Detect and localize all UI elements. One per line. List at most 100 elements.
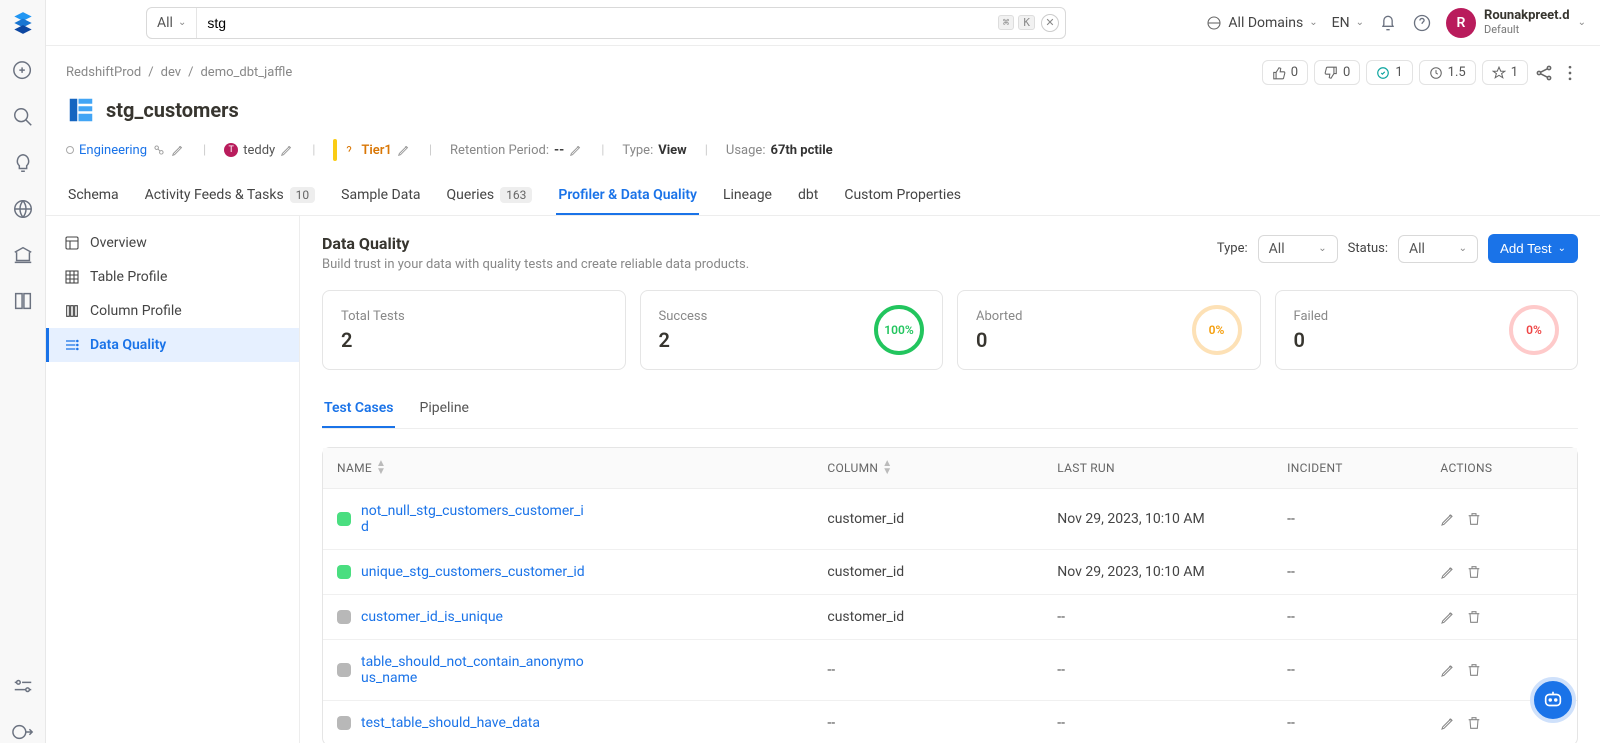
- delete-icon[interactable]: [1466, 511, 1482, 527]
- status-icon: [337, 716, 351, 730]
- history-stat[interactable]: 1.5: [1419, 60, 1476, 85]
- delete-icon[interactable]: [1466, 564, 1482, 580]
- search-icon[interactable]: [12, 106, 34, 128]
- type-chip: Type:View: [622, 143, 686, 158]
- card-aborted: Aborted00%: [957, 290, 1261, 370]
- tab-sampledata[interactable]: Sample Data: [339, 177, 422, 215]
- retention-chip[interactable]: Retention Period:--: [450, 143, 583, 158]
- edit-icon[interactable]: [1440, 564, 1456, 580]
- cell-lastrun: Nov 29, 2023, 10:10 AM: [1057, 564, 1287, 580]
- logout-icon[interactable]: [12, 721, 34, 743]
- gov-icon[interactable]: [12, 244, 34, 266]
- test-link[interactable]: test_table_should_have_data: [361, 715, 540, 731]
- status-icon: [337, 565, 351, 579]
- sidebar-item-tableprofile[interactable]: Table Profile: [46, 260, 299, 294]
- tab-lineage[interactable]: Lineage: [721, 177, 774, 215]
- section-title: Data Quality: [322, 234, 749, 253]
- tests-table: NAME▲▼ COLUMN▲▼ LAST RUN INCIDENT ACTION…: [322, 447, 1578, 743]
- page-header: RedshiftProd / dev / demo_dbt_jaffle 0 0…: [46, 46, 1600, 216]
- test-link[interactable]: customer_id_is_unique: [361, 609, 503, 625]
- card-success: Success2100%: [640, 290, 944, 370]
- idea-icon[interactable]: [12, 152, 34, 174]
- tab-queries[interactable]: Queries163: [445, 177, 535, 215]
- tab-schema[interactable]: Schema: [66, 177, 121, 215]
- star-button[interactable]: 1: [1482, 60, 1528, 85]
- clear-search-icon[interactable]: ✕: [1041, 14, 1059, 32]
- col-lastrun: LAST RUN: [1057, 461, 1287, 475]
- tab-custom[interactable]: Custom Properties: [842, 177, 963, 215]
- domain-chip[interactable]: Engineering: [66, 143, 185, 158]
- cell-lastrun: --: [1057, 715, 1287, 731]
- card-failed: Failed00%: [1275, 290, 1579, 370]
- help-icon[interactable]: [1412, 13, 1432, 33]
- search-shortcut: ⌘K: [992, 15, 1041, 30]
- cell-lastrun: --: [1057, 609, 1287, 625]
- explore-icon[interactable]: [12, 60, 34, 82]
- test-count-stat[interactable]: 1: [1366, 60, 1412, 85]
- settings-icon[interactable]: [12, 675, 34, 697]
- left-nav: [0, 0, 46, 743]
- pencil-icon[interactable]: [171, 143, 185, 157]
- docs-icon[interactable]: [12, 290, 34, 312]
- col-incident: INCIDENT: [1287, 461, 1440, 475]
- col-name[interactable]: NAME▲▼: [337, 460, 827, 476]
- sidebar-item-overview[interactable]: Overview: [46, 226, 299, 260]
- edit-icon[interactable]: [1440, 715, 1456, 731]
- table-row: table_should_not_contain_anonymous_name …: [323, 640, 1577, 701]
- type-filter-select[interactable]: All⌄: [1258, 235, 1338, 263]
- domain-select[interactable]: All Domains⌄: [1206, 15, 1317, 31]
- cell-lastrun: --: [1057, 662, 1287, 678]
- search-box[interactable]: All⌄ ⌘K ✕: [146, 7, 1066, 39]
- subtab-testcases[interactable]: Test Cases: [322, 390, 395, 428]
- edit-icon[interactable]: [1440, 511, 1456, 527]
- bell-icon[interactable]: [1378, 13, 1398, 33]
- sidebar-item-dataquality[interactable]: Data Quality: [46, 328, 299, 362]
- add-test-button[interactable]: Add Test⌄: [1488, 234, 1578, 263]
- status-filter-select[interactable]: All⌄: [1398, 235, 1478, 263]
- chat-fab-icon[interactable]: [1530, 677, 1576, 723]
- edit-icon[interactable]: [1440, 609, 1456, 625]
- tab-profiler[interactable]: Profiler & Data Quality: [556, 177, 699, 215]
- globe-icon[interactable]: [12, 198, 34, 220]
- cell-column: --: [827, 715, 1057, 731]
- app-logo[interactable]: [10, 10, 36, 36]
- test-link[interactable]: table_should_not_contain_anonymous_name: [361, 654, 591, 686]
- tier-chip[interactable]: Tier1: [333, 139, 410, 161]
- cell-column: customer_id: [827, 609, 1057, 625]
- share-icon[interactable]: [1534, 63, 1554, 83]
- section-subtitle: Build trust in your data with quality te…: [322, 257, 749, 272]
- pencil-icon[interactable]: [397, 143, 411, 157]
- side-menu: Overview Table Profile Column Profile Da…: [46, 216, 300, 743]
- table-icon: [66, 95, 96, 125]
- cell-column: --: [827, 662, 1057, 678]
- table-row: unique_stg_customers_customer_id custome…: [323, 550, 1577, 595]
- owner-chip[interactable]: Tteddy: [224, 143, 294, 158]
- col-column[interactable]: COLUMN▲▼: [827, 460, 1057, 476]
- delete-icon[interactable]: [1466, 662, 1482, 678]
- table-row: customer_id_is_unique customer_id -- --: [323, 595, 1577, 640]
- user-menu[interactable]: R Rounakpreet.dDefault ⌄: [1446, 8, 1586, 38]
- delete-icon[interactable]: [1466, 715, 1482, 731]
- more-icon[interactable]: [1560, 63, 1580, 83]
- search-input[interactable]: [197, 15, 991, 31]
- delete-icon[interactable]: [1466, 609, 1482, 625]
- downvote-button[interactable]: 0: [1314, 60, 1360, 85]
- subtab-pipeline[interactable]: Pipeline: [417, 390, 471, 428]
- type-filter-label: Type:: [1217, 241, 1248, 256]
- upvote-button[interactable]: 0: [1262, 60, 1308, 85]
- tab-activity[interactable]: Activity Feeds & Tasks10: [143, 177, 318, 215]
- test-link[interactable]: not_null_stg_customers_customer_id: [361, 503, 591, 535]
- pencil-icon[interactable]: [280, 143, 294, 157]
- search-scope-select[interactable]: All⌄: [147, 8, 197, 38]
- pencil-icon[interactable]: [569, 143, 583, 157]
- edit-icon[interactable]: [1440, 662, 1456, 678]
- cell-incident: --: [1287, 564, 1440, 580]
- test-link[interactable]: unique_stg_customers_customer_id: [361, 564, 585, 580]
- card-total-tests: Total Tests2: [322, 290, 626, 370]
- breadcrumb[interactable]: RedshiftProd / dev / demo_dbt_jaffle: [66, 60, 292, 85]
- topbar: All⌄ ⌘K ✕ All Domains⌄ EN⌄ R Rounakpreet…: [46, 0, 1600, 46]
- lang-select[interactable]: EN⌄: [1332, 15, 1364, 31]
- status-icon: [337, 512, 351, 526]
- sidebar-item-columnprofile[interactable]: Column Profile: [46, 294, 299, 328]
- tab-dbt[interactable]: dbt: [796, 177, 820, 215]
